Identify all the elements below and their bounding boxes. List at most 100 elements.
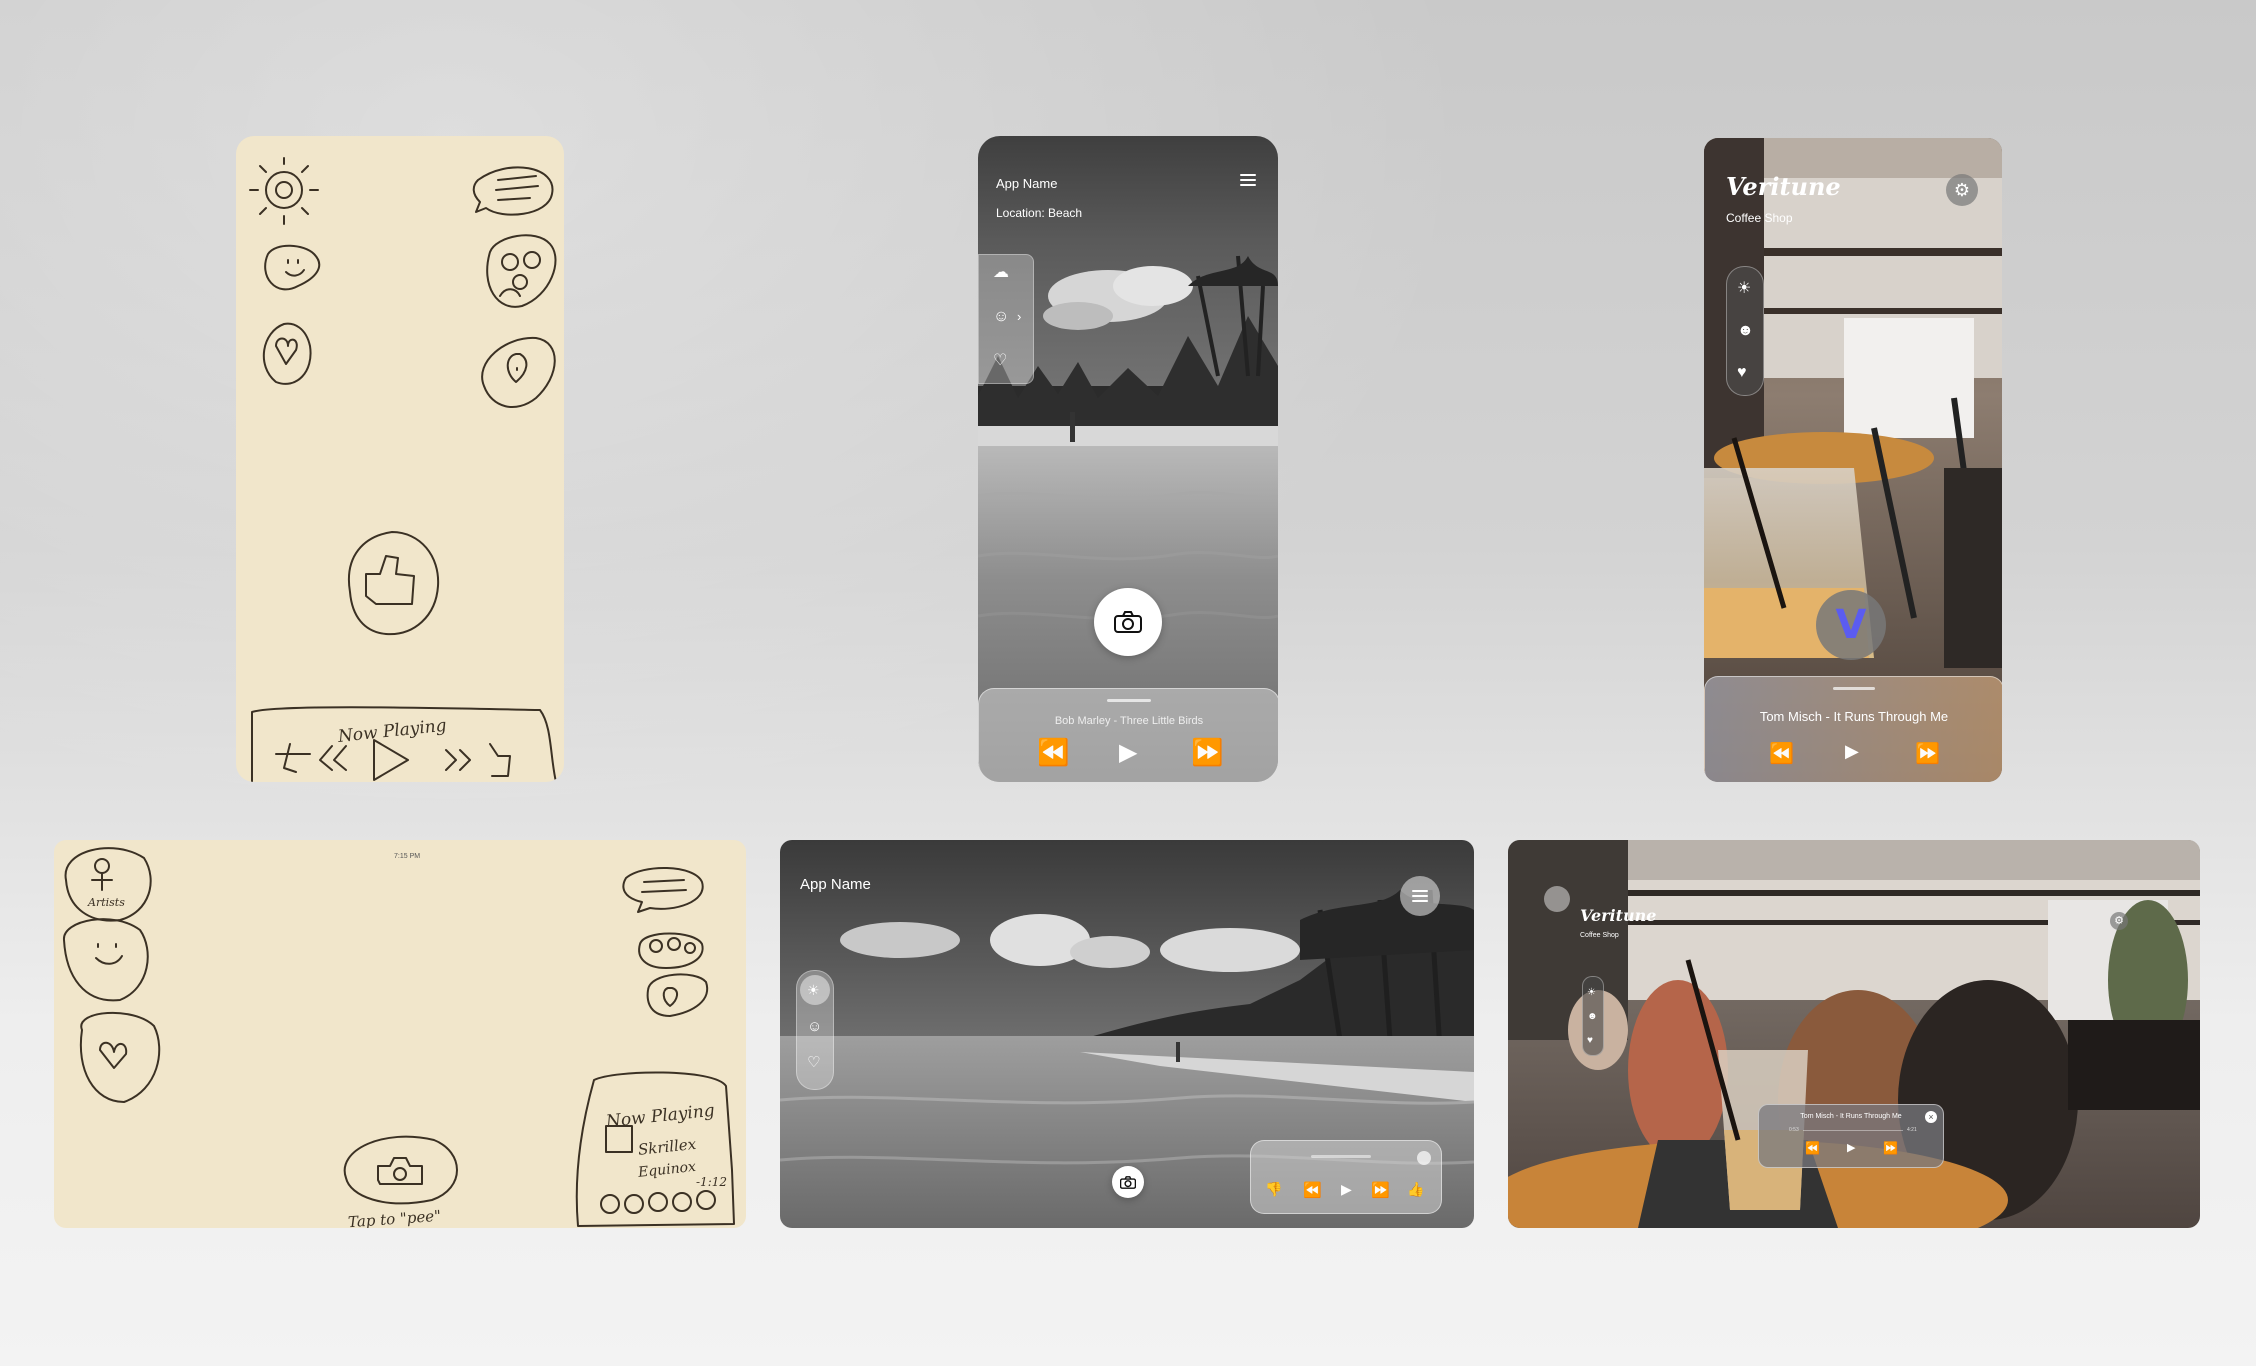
sketch-song-label: Skrillex [637,1135,697,1159]
sun-icon: ☀ [807,982,820,998]
sketch-heart-icon [262,322,312,385]
music-player-panel: 👎 ⏪ ▶ ⏩ 👍 [1250,1140,1442,1214]
weather-icon[interactable]: ☀ [1587,985,1596,1001]
mood-side-rail: ☀ ☻ ♥ [1582,976,1604,1056]
mood-side-rail: ☀ ☺ ♡ [796,970,834,1090]
play-button[interactable]: ▶ [1119,738,1137,767]
sketch-smiley-icon [264,244,321,291]
now-playing-track: Tom Misch - It Runs Through Me [1759,709,1949,724]
sketch-chat-icon [622,867,704,913]
gear-icon: ⚙ [1953,180,1971,200]
gear-icon: ⚙ [2114,915,2124,927]
camera-button[interactable] [1094,588,1162,656]
elapsed-time: 0:53 [1789,1127,1799,1133]
remaining-time: 4:21 [1907,1127,1917,1133]
sketch-now-playing-label: Now Playing [336,716,448,747]
chevron-right-icon[interactable]: › [1017,309,1021,325]
sketch-heart-icon [79,1011,161,1103]
sketch-capture-button [347,531,440,636]
camera-button[interactable] [1112,1166,1144,1198]
fast-forward-button[interactable]: ⏩ [1191,737,1223,768]
smiley-icon[interactable]: ☻ [1587,1009,1598,1025]
venue-subtitle: Coffee Shop [1726,211,1793,225]
play-button[interactable]: ▶ [1847,1141,1855,1154]
settings-button[interactable]: ⚙ [1946,174,1978,206]
sketch-people-icon [486,234,557,308]
now-playing-track: Tom Misch - It Runs Through Me [1800,1113,1902,1120]
sketch-people-icon [638,932,704,969]
now-playing-track: Bob Marley - Three Little Birds [1054,715,1204,727]
sketch-capture-button [343,1135,458,1205]
fast-forward-button[interactable]: ⏩ [1371,1181,1390,1199]
like-button[interactable]: 👍 [1407,1181,1424,1198]
heart-icon[interactable]: ♥ [1587,1033,1593,1049]
heart-icon[interactable]: ♡ [807,1055,820,1071]
heart-icon[interactable]: ♥ [1737,365,1747,381]
sketch-location-icon [646,973,709,1017]
sketch-location-icon [481,336,556,408]
smiley-icon[interactable]: ☻ [1737,323,1754,339]
smiley-icon[interactable]: ☺ [993,309,1009,325]
menu-icon [1412,890,1428,902]
sketch-album-label: Equinox [636,1159,696,1181]
location-label: Location: Beach [996,206,1083,220]
camera-icon [1114,611,1142,633]
rewind-button[interactable]: ⏪ [1303,1181,1322,1199]
fast-forward-button[interactable]: ⏩ [1915,741,1940,766]
player-grab-handle[interactable] [1833,687,1875,690]
music-player-panel: Bob Marley - Three Little Birds ⏪ ▶ ⏩ [978,688,1278,782]
play-button[interactable]: ▶ [1845,741,1859,762]
sketch-time-left: -1:12 [696,1175,727,1189]
cafe-photo-background [1508,840,2200,1228]
sketch-player-box [251,706,557,782]
app-name-label: App Name [996,176,1058,191]
sketch-now-playing-label: Now Playing [604,1101,716,1132]
veritune-capture-button[interactable]: V [1816,590,1886,660]
music-player-panel: Tom Misch - It Runs Through Me ⏪ ▶ ⏩ [1704,676,2002,782]
sketch-sun-icon [249,157,319,225]
sketch-artist-icon [64,847,152,922]
veritune-tablet-mockup: Veritune Coffee Shop ⚙ ☀ ☻ ♥ Tom Misch -… [1508,840,2200,1228]
rewind-button[interactable]: ⏪ [1805,1141,1820,1155]
player-grab-handle[interactable] [1107,699,1151,702]
sketch-smiley-icon [62,918,149,1002]
heart-icon[interactable]: ♡ [993,353,1007,369]
weather-icon[interactable]: ☀ [1737,281,1751,297]
smiley-icon[interactable]: ☺ [807,1019,822,1035]
sketch-artists-label: Artists [87,896,125,909]
app-name-label: App Name [800,876,871,893]
veritune-logo-text: Veritune [1580,906,1657,925]
fast-forward-button[interactable]: ⏩ [1883,1141,1898,1155]
camera-icon [1120,1175,1136,1189]
menu-icon[interactable] [1240,174,1256,186]
menu-button[interactable] [1400,876,1440,916]
veritune-v-icon: V [1835,602,1867,648]
player-grab-handle[interactable] [1311,1155,1371,1158]
venue-subtitle: Coffee Shop [1580,932,1619,939]
rewind-button[interactable]: ⏪ [1769,741,1794,766]
beach-photo-background [978,136,1278,782]
play-button[interactable]: ▶ [1341,1181,1352,1198]
brand-circle-icon [1544,886,1570,912]
settings-button[interactable]: ⚙ [2110,912,2128,930]
mood-side-rail: ☁ ☺ › ♡ [978,254,1034,384]
beach-phone-mockup: App Name Location: Beach ☁ ☺ › ♡ Bob Mar… [978,136,1278,782]
veritune-phone-mockup: Veritune Coffee Shop ⚙ ☀ ☻ ♥ V Tom Misch… [1704,138,2002,782]
sketch-phone-drawing: Now Playing [249,157,557,782]
sketch-chat-icon [472,166,554,216]
beach-tablet-mockup: App Name ☀ ☺ ♡ 👎 ⏪ ▶ ⏩ 👍 [780,840,1474,1228]
progress-track[interactable] [1803,1130,1903,1131]
veritune-logo-text: Veritune [1726,172,1841,201]
player-collapse-button[interactable] [1417,1151,1431,1165]
sketch-tap-hint: Tap to "pee" [347,1207,441,1228]
sketch-phone-wireframe: Now Playing [236,136,564,782]
player-close-button[interactable]: × [1925,1111,1937,1123]
sketch-tablet-drawing: 7:15 PM Artists Tap to "pee" Now Playing… [62,847,735,1228]
rewind-button[interactable]: ⏪ [1037,737,1069,768]
music-player-panel: Tom Misch - It Runs Through Me × 0:53 4:… [1758,1104,1944,1168]
dislike-button[interactable]: 👎 [1265,1181,1282,1198]
status-time: 7:15 PM [394,853,420,860]
weather-icon[interactable]: ☁ [993,265,1009,281]
mood-side-rail: ☀ ☻ ♥ [1726,266,1764,396]
sketch-tablet-wireframe: 7:15 PM Artists Tap to "pee" Now Playing… [54,840,746,1228]
